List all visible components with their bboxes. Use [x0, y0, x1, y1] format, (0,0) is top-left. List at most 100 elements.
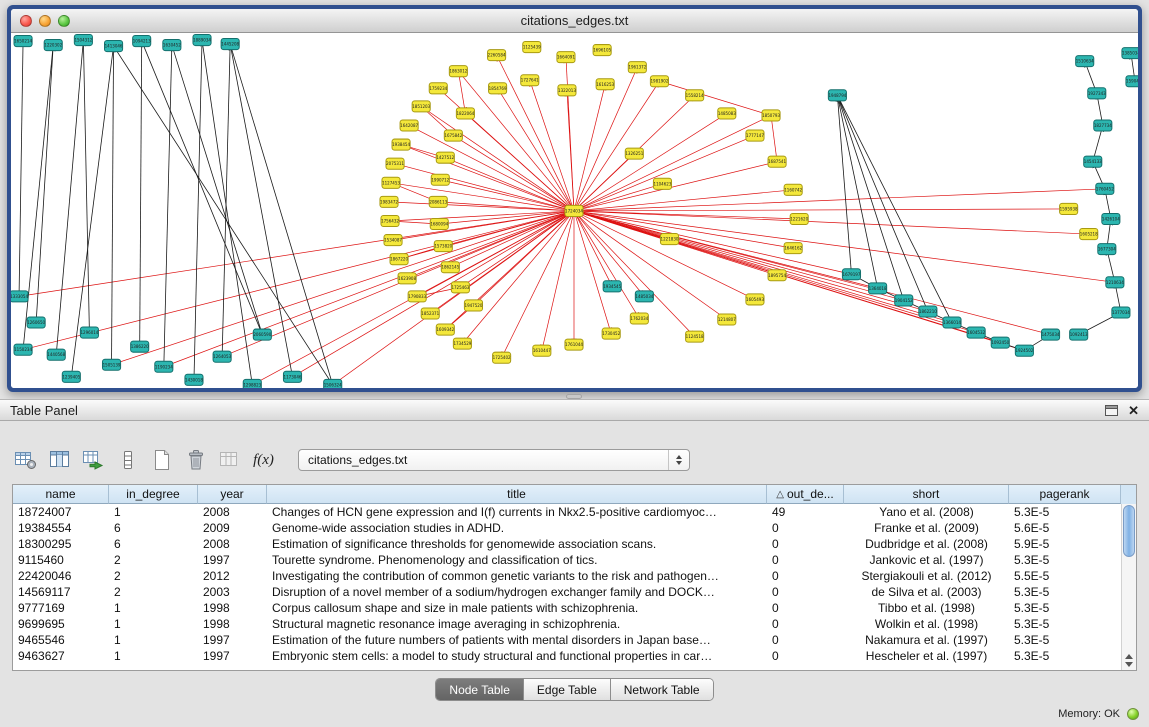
- column-header-short[interactable]: short: [844, 485, 1009, 504]
- network-edge[interactable]: [574, 136, 755, 211]
- network-edge[interactable]: [19, 41, 23, 296]
- network-node[interactable]: 1609342: [436, 324, 454, 335]
- network-node[interactable]: 1867220: [390, 254, 408, 265]
- network-node[interactable]: 1595938: [1060, 203, 1078, 214]
- column-header-pagerank[interactable]: pagerank: [1009, 485, 1121, 504]
- network-node[interactable]: 1756432: [381, 215, 399, 226]
- network-node[interactable]: 1366014: [943, 317, 961, 328]
- network-node[interactable]: 1616253: [596, 79, 614, 90]
- network-node[interactable]: 1642087: [400, 120, 418, 131]
- network-node[interactable]: 1650214: [14, 36, 32, 47]
- network-node[interactable]: 1558214: [686, 90, 704, 101]
- new-file-icon[interactable]: [148, 447, 175, 473]
- network-edge[interactable]: [56, 40, 83, 355]
- column-header-name[interactable]: name: [13, 485, 109, 504]
- column-header-out_de[interactable]: △out_de...: [767, 485, 844, 504]
- network-node[interactable]: 2075311: [386, 158, 404, 169]
- network-node[interactable]: 1679197: [842, 269, 860, 280]
- network-node[interactable]: 1190234: [155, 361, 173, 372]
- table-row[interactable]: 969969511998Structural magnetic resonanc…: [13, 616, 1136, 632]
- network-node[interactable]: 1296014: [80, 327, 98, 338]
- network-node[interactable]: 1924502: [1015, 345, 1033, 356]
- network-node[interactable]: 1759234: [429, 83, 447, 94]
- network-node[interactable]: 1605493: [746, 294, 764, 305]
- network-node[interactable]: 1904152: [895, 295, 913, 306]
- network-node[interactable]: 1724034: [565, 205, 583, 216]
- network-node[interactable]: 1990712: [431, 174, 449, 185]
- tab-network-table[interactable]: Network Table: [611, 679, 713, 700]
- network-edge[interactable]: [172, 45, 262, 335]
- network-node[interactable]: 1610447: [533, 345, 551, 356]
- network-node[interactable]: 1862145: [441, 262, 459, 273]
- delete-icon[interactable]: [182, 447, 209, 473]
- network-node[interactable]: 1440568: [47, 349, 65, 360]
- table-selector-dropdown[interactable]: citations_edges.txt: [298, 449, 690, 471]
- network-node[interactable]: 1850793: [762, 110, 780, 121]
- network-node[interactable]: 1173046: [283, 371, 301, 382]
- network-node[interactable]: 1590432: [1126, 76, 1138, 87]
- network-node[interactable]: 1605218: [1080, 229, 1098, 240]
- network-edge[interactable]: [114, 46, 333, 385]
- network-node[interactable]: 2086113: [429, 196, 447, 207]
- network-edge[interactable]: [574, 211, 611, 334]
- network-node[interactable]: 1260650: [27, 317, 45, 328]
- network-node[interactable]: 1895754: [768, 270, 786, 281]
- network-node[interactable]: 1210634: [1106, 277, 1124, 288]
- network-edge[interactable]: [574, 209, 1069, 211]
- network-edge[interactable]: [574, 154, 634, 211]
- network-node[interactable]: 1630452: [163, 40, 181, 51]
- network-node[interactable]: 1687541: [768, 156, 786, 167]
- network-node[interactable]: 1948794: [828, 90, 846, 101]
- network-node[interactable]: 2060590: [253, 329, 271, 340]
- network-node[interactable]: 1725463: [451, 282, 469, 293]
- network-edge[interactable]: [574, 84, 605, 211]
- network-node[interactable]: 1863012: [449, 66, 467, 77]
- table-row[interactable]: 1830029562008Estimation of significance …: [13, 536, 1136, 552]
- network-edge[interactable]: [574, 211, 851, 274]
- network-node[interactable]: 1333054: [11, 291, 28, 302]
- network-node[interactable]: 1947520: [464, 300, 482, 311]
- network-node[interactable]: 1220302: [44, 40, 62, 51]
- network-node[interactable]: 2260584: [488, 50, 506, 61]
- network-edge[interactable]: [574, 113, 727, 211]
- network-node[interactable]: 1646162: [784, 243, 802, 254]
- network-edge[interactable]: [142, 41, 263, 335]
- network-edge[interactable]: [574, 190, 793, 211]
- network-edge[interactable]: [401, 145, 574, 211]
- network-node[interactable]: 1124518: [686, 331, 704, 342]
- function-builder-icon[interactable]: f(x): [250, 447, 277, 473]
- import-table-icon[interactable]: [80, 447, 107, 473]
- network-node[interactable]: 1125439: [523, 42, 541, 53]
- network-node[interactable]: 1573820: [434, 241, 452, 252]
- network-edge[interactable]: [230, 44, 292, 377]
- network-node[interactable]: 1761044: [565, 339, 583, 350]
- network-node[interactable]: 1475034: [1041, 329, 1059, 340]
- network-node[interactable]: 1430018: [185, 374, 203, 385]
- table-settings-icon[interactable]: [12, 447, 39, 473]
- network-node[interactable]: 1094213: [133, 36, 151, 47]
- network-view[interactable]: 1724034186301217592341851203164208719384…: [11, 33, 1138, 388]
- table-row[interactable]: 977716911998Corpus callosum shape and si…: [13, 600, 1136, 616]
- network-edge[interactable]: [23, 45, 53, 350]
- network-edge[interactable]: [458, 71, 574, 211]
- network-edge[interactable]: [19, 211, 574, 296]
- network-node[interactable]: 1264053: [213, 351, 231, 362]
- column-header-title[interactable]: title: [267, 485, 767, 504]
- network-node[interactable]: 1445208: [221, 39, 239, 50]
- network-edge[interactable]: [837, 95, 877, 288]
- network-edge[interactable]: [390, 211, 574, 221]
- network-node[interactable]: 1604532: [967, 327, 985, 338]
- network-edge[interactable]: [574, 81, 659, 211]
- network-node[interactable]: 1938454: [392, 139, 410, 150]
- scroll-up-icon[interactable]: [1125, 654, 1133, 659]
- network-node[interactable]: 1426104: [1102, 213, 1120, 224]
- network-node[interactable]: 1983472: [380, 196, 398, 207]
- network-node[interactable]: 1506324: [324, 379, 342, 388]
- network-edge[interactable]: [542, 211, 574, 351]
- network-node[interactable]: 1092450: [991, 337, 1009, 348]
- network-edge[interactable]: [453, 136, 574, 211]
- network-node[interactable]: 1385034: [1122, 48, 1138, 59]
- network-node[interactable]: 1623908: [398, 273, 416, 284]
- network-edge[interactable]: [574, 189, 1105, 211]
- scroll-down-icon[interactable]: [1125, 662, 1133, 667]
